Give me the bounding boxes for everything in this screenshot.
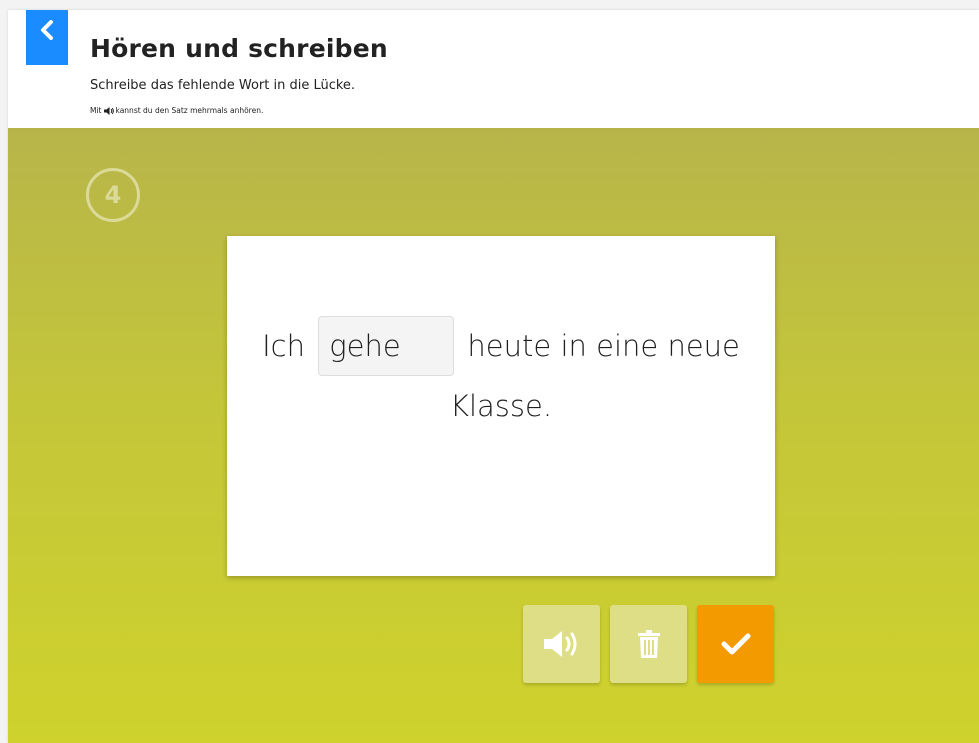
trash-icon [637,630,660,658]
action-bar [523,605,774,683]
speaker-icon [103,106,114,115]
audio-hint-suffix: kannst du den Satz mehrmals anhören. [115,106,264,115]
audio-hint: Mit kannst du den Satz mehrmals anhören. [90,106,263,115]
sentence-card: Ich heute in eine neue Klasse. [227,236,775,576]
audio-hint-prefix: Mit [90,106,102,115]
submit-button[interactable] [697,605,774,683]
sentence: Ich heute in eine neue Klasse. [227,316,775,434]
check-icon [721,633,750,655]
exercise-stage: 4 Ich heute in eine neue Klasse. [8,128,979,743]
clear-button[interactable] [610,605,687,683]
sentence-end: heute in eine neue Klasse. [449,329,740,423]
sentence-start: Ich [262,329,305,363]
instruction-text: Schreibe das fehlende Wort in die Lücke. [90,78,356,93]
page-title: Hören und schreiben [90,34,388,63]
back-button[interactable] [26,10,68,65]
step-indicator: 4 [86,168,140,222]
chevron-left-icon [41,20,53,40]
speaker-icon [543,631,576,657]
exercise-frame: Hören und schreiben Schreibe das fehlend… [8,10,979,743]
gap-input[interactable] [318,316,455,376]
play-audio-button[interactable] [523,605,600,683]
